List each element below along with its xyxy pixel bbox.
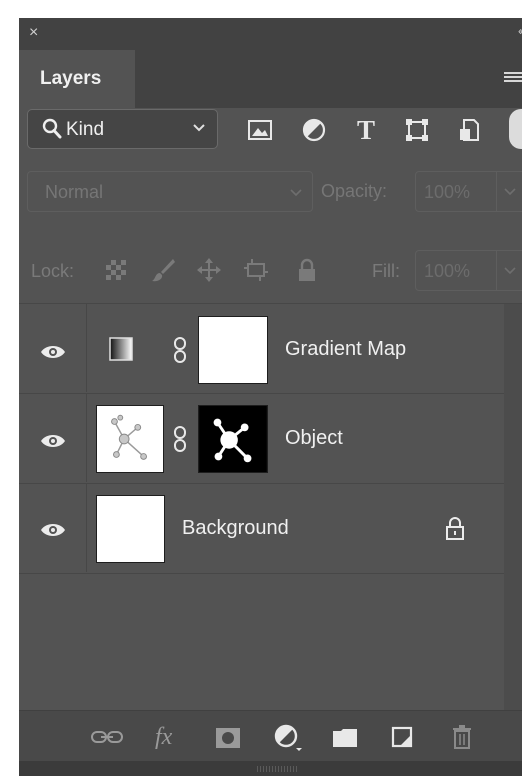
collapse-panel-icon[interactable]: ‹‹ [518, 24, 522, 38]
resize-grip[interactable] [257, 766, 297, 772]
lock-all-icon[interactable] [294, 257, 320, 283]
layer-style-icon[interactable]: fx [155, 724, 172, 751]
smart-object-filter-icon[interactable] [456, 117, 482, 143]
opacity-field[interactable]: 100% [415, 171, 522, 212]
blend-mode-dropdown[interactable]: Normal [27, 171, 313, 212]
filter-toggle[interactable] [509, 109, 522, 149]
fill-value: 100% [424, 261, 471, 281]
opacity-value: 100% [424, 182, 471, 202]
tab-layers-label: Layers [40, 68, 102, 89]
layer-name[interactable]: Object [285, 427, 343, 450]
layers-scrollbar[interactable] [504, 304, 522, 710]
layer-row-object[interactable]: Object [19, 394, 504, 482]
close-icon[interactable]: × [29, 23, 38, 43]
layer-mask-thumbnail[interactable] [198, 316, 268, 384]
new-adjustment-icon[interactable] [274, 724, 302, 752]
new-group-icon[interactable] [332, 728, 358, 748]
search-icon [42, 118, 62, 139]
layer-name[interactable]: Background [182, 517, 289, 540]
layer-row-gradient-map[interactable]: Gradient Map [19, 304, 504, 392]
chevron-down-icon[interactable] [504, 188, 516, 196]
opacity-label: Opacity: [321, 181, 388, 201]
layer-locked-icon[interactable] [445, 516, 465, 540]
filter-kind-dropdown[interactable]: Kind [27, 109, 218, 149]
delete-layer-icon[interactable] [451, 724, 473, 750]
new-layer-icon[interactable] [391, 726, 415, 750]
add-mask-icon[interactable] [215, 727, 241, 749]
mask-link-icon[interactable] [173, 337, 187, 363]
layer-row-background[interactable]: Background [19, 484, 504, 572]
blend-mode-value: Normal [45, 182, 104, 202]
filter-kind-label: Kind [66, 119, 105, 140]
layers-panel: × ‹‹ Layers Kind T Normal Opacity: 100% … [19, 18, 522, 776]
visibility-eye-icon[interactable] [40, 344, 66, 360]
tab-layers[interactable]: Layers [19, 50, 135, 108]
layer-thumbnail[interactable] [96, 495, 165, 563]
tab-bar: Layers [19, 50, 522, 108]
type-filter-icon[interactable]: T [353, 117, 379, 144]
link-layers-icon[interactable] [91, 730, 123, 744]
lock-position-icon[interactable] [196, 257, 222, 283]
chevron-down-icon[interactable] [504, 267, 516, 275]
lock-transparent-pixels-icon[interactable] [103, 257, 129, 283]
panel-menu-icon[interactable] [504, 72, 522, 84]
chevron-down-icon [290, 189, 302, 197]
adjustment-filter-icon[interactable] [301, 117, 327, 143]
layer-mask-thumbnail[interactable] [198, 405, 268, 473]
shape-filter-icon[interactable] [404, 117, 430, 143]
layer-name[interactable]: Gradient Map [285, 338, 406, 361]
lock-label: Lock: [31, 261, 75, 281]
layer-thumbnail[interactable] [96, 405, 164, 473]
visibility-eye-icon[interactable] [40, 433, 66, 449]
visibility-eye-icon[interactable] [40, 522, 66, 538]
fill-label: Fill: [372, 261, 400, 281]
image-filter-icon[interactable] [247, 117, 273, 143]
gradient-map-adjustment-icon [109, 337, 133, 361]
lock-artboard-icon[interactable] [243, 257, 269, 283]
fill-field[interactable]: 100% [415, 250, 522, 291]
mask-link-icon[interactable] [173, 426, 187, 452]
chevron-down-icon [193, 124, 205, 132]
panel-title-strip: × ‹‹ [19, 18, 522, 50]
lock-image-pixels-icon[interactable] [150, 257, 176, 283]
